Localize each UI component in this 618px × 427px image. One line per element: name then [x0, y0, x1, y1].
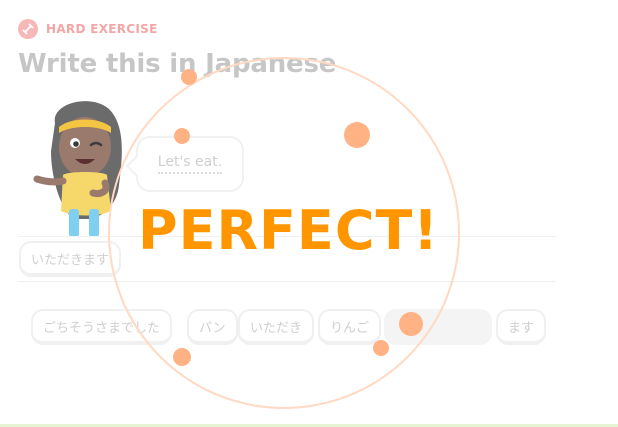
word-tile[interactable]: ます	[496, 309, 547, 345]
exercise-type-label: HARD EXERCISE	[46, 22, 158, 36]
exercise-page: HARD EXERCISE Write this in Japanese Let…	[0, 0, 618, 427]
word-tile-slot-empty	[384, 309, 492, 345]
word-tile[interactable]: パン	[187, 309, 238, 345]
answer-line-bottom	[18, 281, 556, 282]
speech-bubble: Let's eat.	[136, 136, 244, 192]
exercise-tag: HARD EXERCISE	[18, 19, 158, 39]
burst-dot	[344, 122, 370, 148]
burst-ring	[108, 57, 460, 409]
character-icon	[33, 95, 133, 240]
word-tile[interactable]: いただき	[238, 309, 315, 345]
prompt-sentence[interactable]: Let's eat.	[157, 154, 223, 174]
dumbbell-icon	[18, 19, 38, 39]
answer-line-top	[18, 236, 556, 237]
feedback-message: PERFECT!	[138, 199, 439, 262]
page-title: Write this in Japanese	[18, 49, 337, 79]
answer-tile[interactable]: いただきます	[19, 241, 122, 277]
word-tile[interactable]: ごちそうさまでした	[31, 309, 173, 345]
word-tile[interactable]: りんご	[318, 309, 382, 345]
burst-dot	[173, 348, 191, 366]
